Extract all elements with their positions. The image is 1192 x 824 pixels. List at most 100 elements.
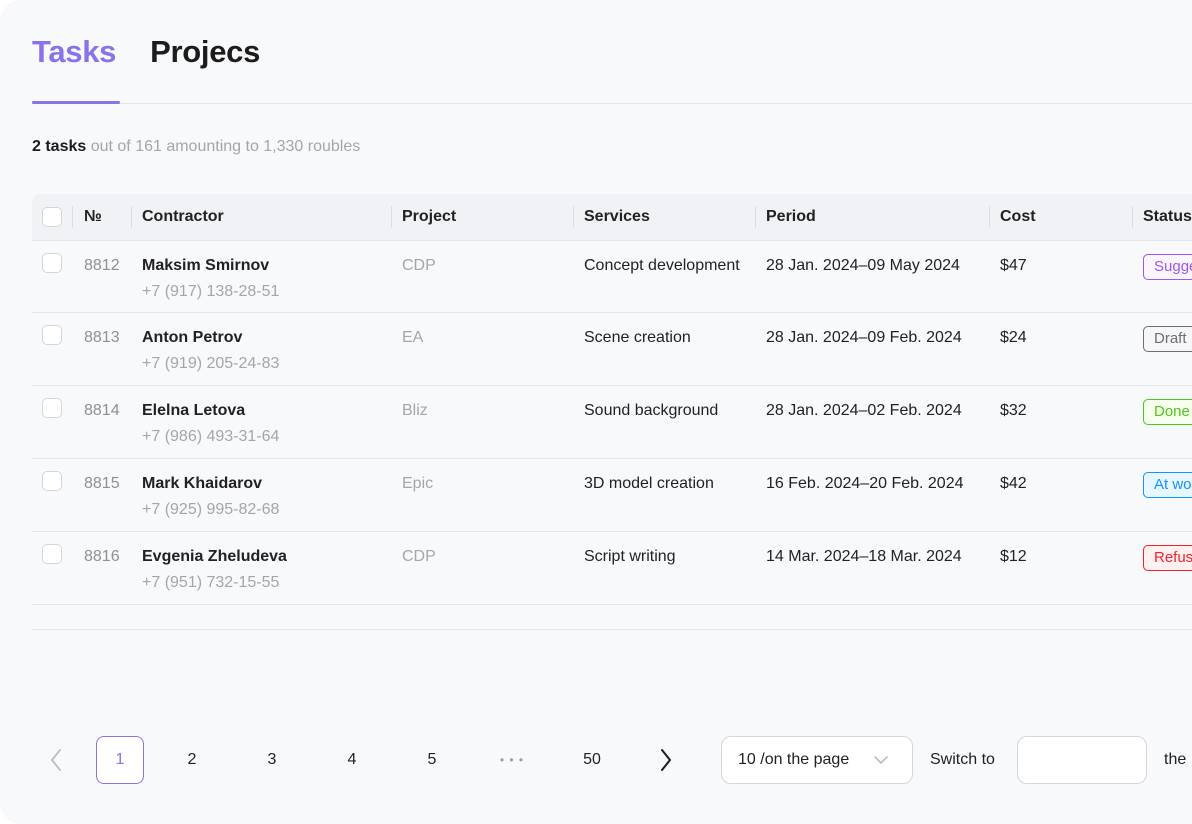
task-number: 8812	[84, 257, 120, 274]
next-page-button[interactable]	[650, 736, 682, 784]
column-header-cost[interactable]: Cost	[1000, 194, 1036, 240]
table-bottom-divider	[32, 629, 1192, 630]
contractor-name[interactable]: Maksim Smirnov	[142, 253, 382, 279]
column-divider	[573, 206, 574, 228]
service-name: 3D model creation	[584, 475, 714, 492]
contractor-cell: Mark Khaidarov +7 (925) 995-82-68	[142, 471, 382, 523]
status-badge[interactable]: Refused	[1143, 545, 1192, 571]
task-number: 8816	[84, 548, 120, 565]
page-button-50[interactable]: 50	[568, 736, 616, 784]
summary-rest: out of 161 amounting to 1,330 roubles	[86, 138, 361, 155]
service-name: Concept development	[584, 257, 740, 274]
page-jump-input[interactable]	[1017, 736, 1147, 784]
row-checkbox-cell	[42, 544, 62, 564]
task-cost: $47	[1000, 257, 1027, 274]
row-checkbox[interactable]	[42, 325, 62, 345]
page-size-select[interactable]: 10 /on the page	[721, 736, 913, 784]
page-button-1[interactable]: 1	[96, 736, 144, 784]
page-button-3[interactable]: 3	[248, 736, 296, 784]
project-name: CDP	[402, 548, 436, 565]
column-header-number[interactable]: №	[84, 194, 102, 240]
contractor-phone: +7 (919) 205-24-83	[142, 355, 280, 372]
task-cost: $42	[1000, 475, 1027, 492]
status-badge[interactable]: At work	[1143, 472, 1192, 498]
row-checkbox-cell	[42, 253, 62, 273]
contractor-phone: +7 (951) 732-15-55	[142, 574, 280, 591]
contractor-name[interactable]: Mark Khaidarov	[142, 471, 382, 497]
task-period: 28 Jan. 2024–09 Feb. 2024	[766, 329, 962, 346]
task-period: 28 Jan. 2024–09 May 2024	[766, 257, 960, 274]
prev-page-button[interactable]	[40, 736, 72, 784]
project-name: Epic	[402, 475, 434, 492]
selected-count: 2 tasks	[32, 138, 87, 155]
service-name: Scene creation	[584, 329, 691, 346]
column-header-status[interactable]: Status	[1143, 194, 1192, 240]
row-checkbox-cell	[42, 471, 62, 491]
task-cost: $12	[1000, 548, 1027, 565]
contractor-cell: Maksim Smirnov +7 (917) 138-28-51	[142, 253, 382, 305]
tab-projects[interactable]: Projecs	[150, 28, 260, 76]
row-checkbox[interactable]	[42, 471, 62, 491]
tab-tasks[interactable]: Tasks	[32, 28, 116, 76]
page-button-4[interactable]: 4	[328, 736, 376, 784]
table-header: № Contractor Project Services Period Cos…	[32, 194, 1192, 240]
chevron-down-icon	[874, 756, 888, 764]
column-header-project[interactable]: Project	[402, 194, 456, 240]
table-row[interactable]: 8816 Evgenia Zheludeva +7 (951) 732-15-55 C…	[32, 532, 1192, 605]
pagination-ellipsis[interactable]: • • •	[488, 736, 536, 784]
column-divider	[989, 206, 990, 228]
chevron-right-icon	[661, 749, 671, 771]
switch-to-label: Switch to	[930, 751, 995, 768]
column-header-period[interactable]: Period	[766, 194, 816, 240]
task-number: 8815	[84, 475, 120, 492]
column-header-services[interactable]: Services	[584, 194, 650, 240]
task-cost: $32	[1000, 402, 1027, 419]
contractor-cell: Elelna Letova +7 (986) 493-31-64	[142, 398, 382, 450]
tabs-divider	[32, 103, 1192, 104]
row-checkbox-cell	[42, 325, 62, 345]
column-divider	[72, 206, 73, 228]
row-checkbox[interactable]	[42, 398, 62, 418]
page-jump-suffix: the	[1164, 751, 1187, 768]
project-name: CDP	[402, 257, 436, 274]
table-row[interactable]: 8815 Mark Khaidarov +7 (925) 995-82-68 Epic…	[32, 459, 1192, 532]
table-row[interactable]: 8812 Maksim Smirnov +7 (917) 138-28-51 CDP C…	[32, 240, 1192, 313]
table-row[interactable]: 8814 Elelna Letova +7 (986) 493-31-64 Bliz S…	[32, 386, 1192, 459]
service-name: Script writing	[584, 548, 676, 565]
contractor-name[interactable]: Elelna Letova	[142, 398, 382, 424]
tabs: Tasks Projecs	[32, 28, 260, 76]
select-all-checkbox[interactable]	[42, 207, 62, 227]
table-body: 8812 Maksim Smirnov +7 (917) 138-28-51 CDP C…	[32, 240, 1192, 605]
status-badge[interactable]: Done	[1143, 399, 1192, 425]
pagination: 1 2 3 4 5 • • • 50 10 /on the page Switc…	[32, 736, 1192, 784]
chevron-left-icon	[51, 749, 61, 771]
row-checkbox[interactable]	[42, 544, 62, 564]
page-button-2[interactable]: 2	[168, 736, 216, 784]
task-number: 8813	[84, 329, 120, 346]
table-row[interactable]: 8813 Anton Petrov +7 (919) 205-24-83 EA Scen…	[32, 313, 1192, 386]
active-tab-indicator	[32, 101, 120, 104]
select-all-cell	[42, 194, 62, 240]
tasks-summary: 2 tasks out of 161 amounting to 1,330 ro…	[32, 138, 360, 156]
row-checkbox[interactable]	[42, 253, 62, 273]
project-name: Bliz	[402, 402, 428, 419]
contractor-phone: +7 (986) 493-31-64	[142, 428, 280, 445]
contractor-phone: +7 (917) 138-28-51	[142, 283, 280, 300]
row-checkbox-cell	[42, 398, 62, 418]
task-number: 8814	[84, 402, 120, 419]
task-period: 14 Mar. 2024–18 Mar. 2024	[766, 548, 962, 565]
column-divider	[391, 206, 392, 228]
page-button-5[interactable]: 5	[408, 736, 456, 784]
contractor-cell: Anton Petrov +7 (919) 205-24-83	[142, 325, 382, 377]
contractor-name[interactable]: Evgenia Zheludeva	[142, 544, 382, 570]
contractor-name[interactable]: Anton Petrov	[142, 325, 382, 351]
column-header-contractor[interactable]: Contractor	[142, 194, 224, 240]
column-divider	[755, 206, 756, 228]
tasks-panel: Tasks Projecs 2 tasks out of 161 amounti…	[0, 0, 1192, 824]
service-name: Sound background	[584, 402, 719, 419]
status-badge[interactable]: Suggested	[1143, 254, 1192, 280]
status-badge[interactable]: Draft	[1143, 326, 1192, 352]
task-cost: $24	[1000, 329, 1027, 346]
tasks-table: № Contractor Project Services Period Cos…	[32, 194, 1192, 605]
column-divider	[131, 206, 132, 228]
